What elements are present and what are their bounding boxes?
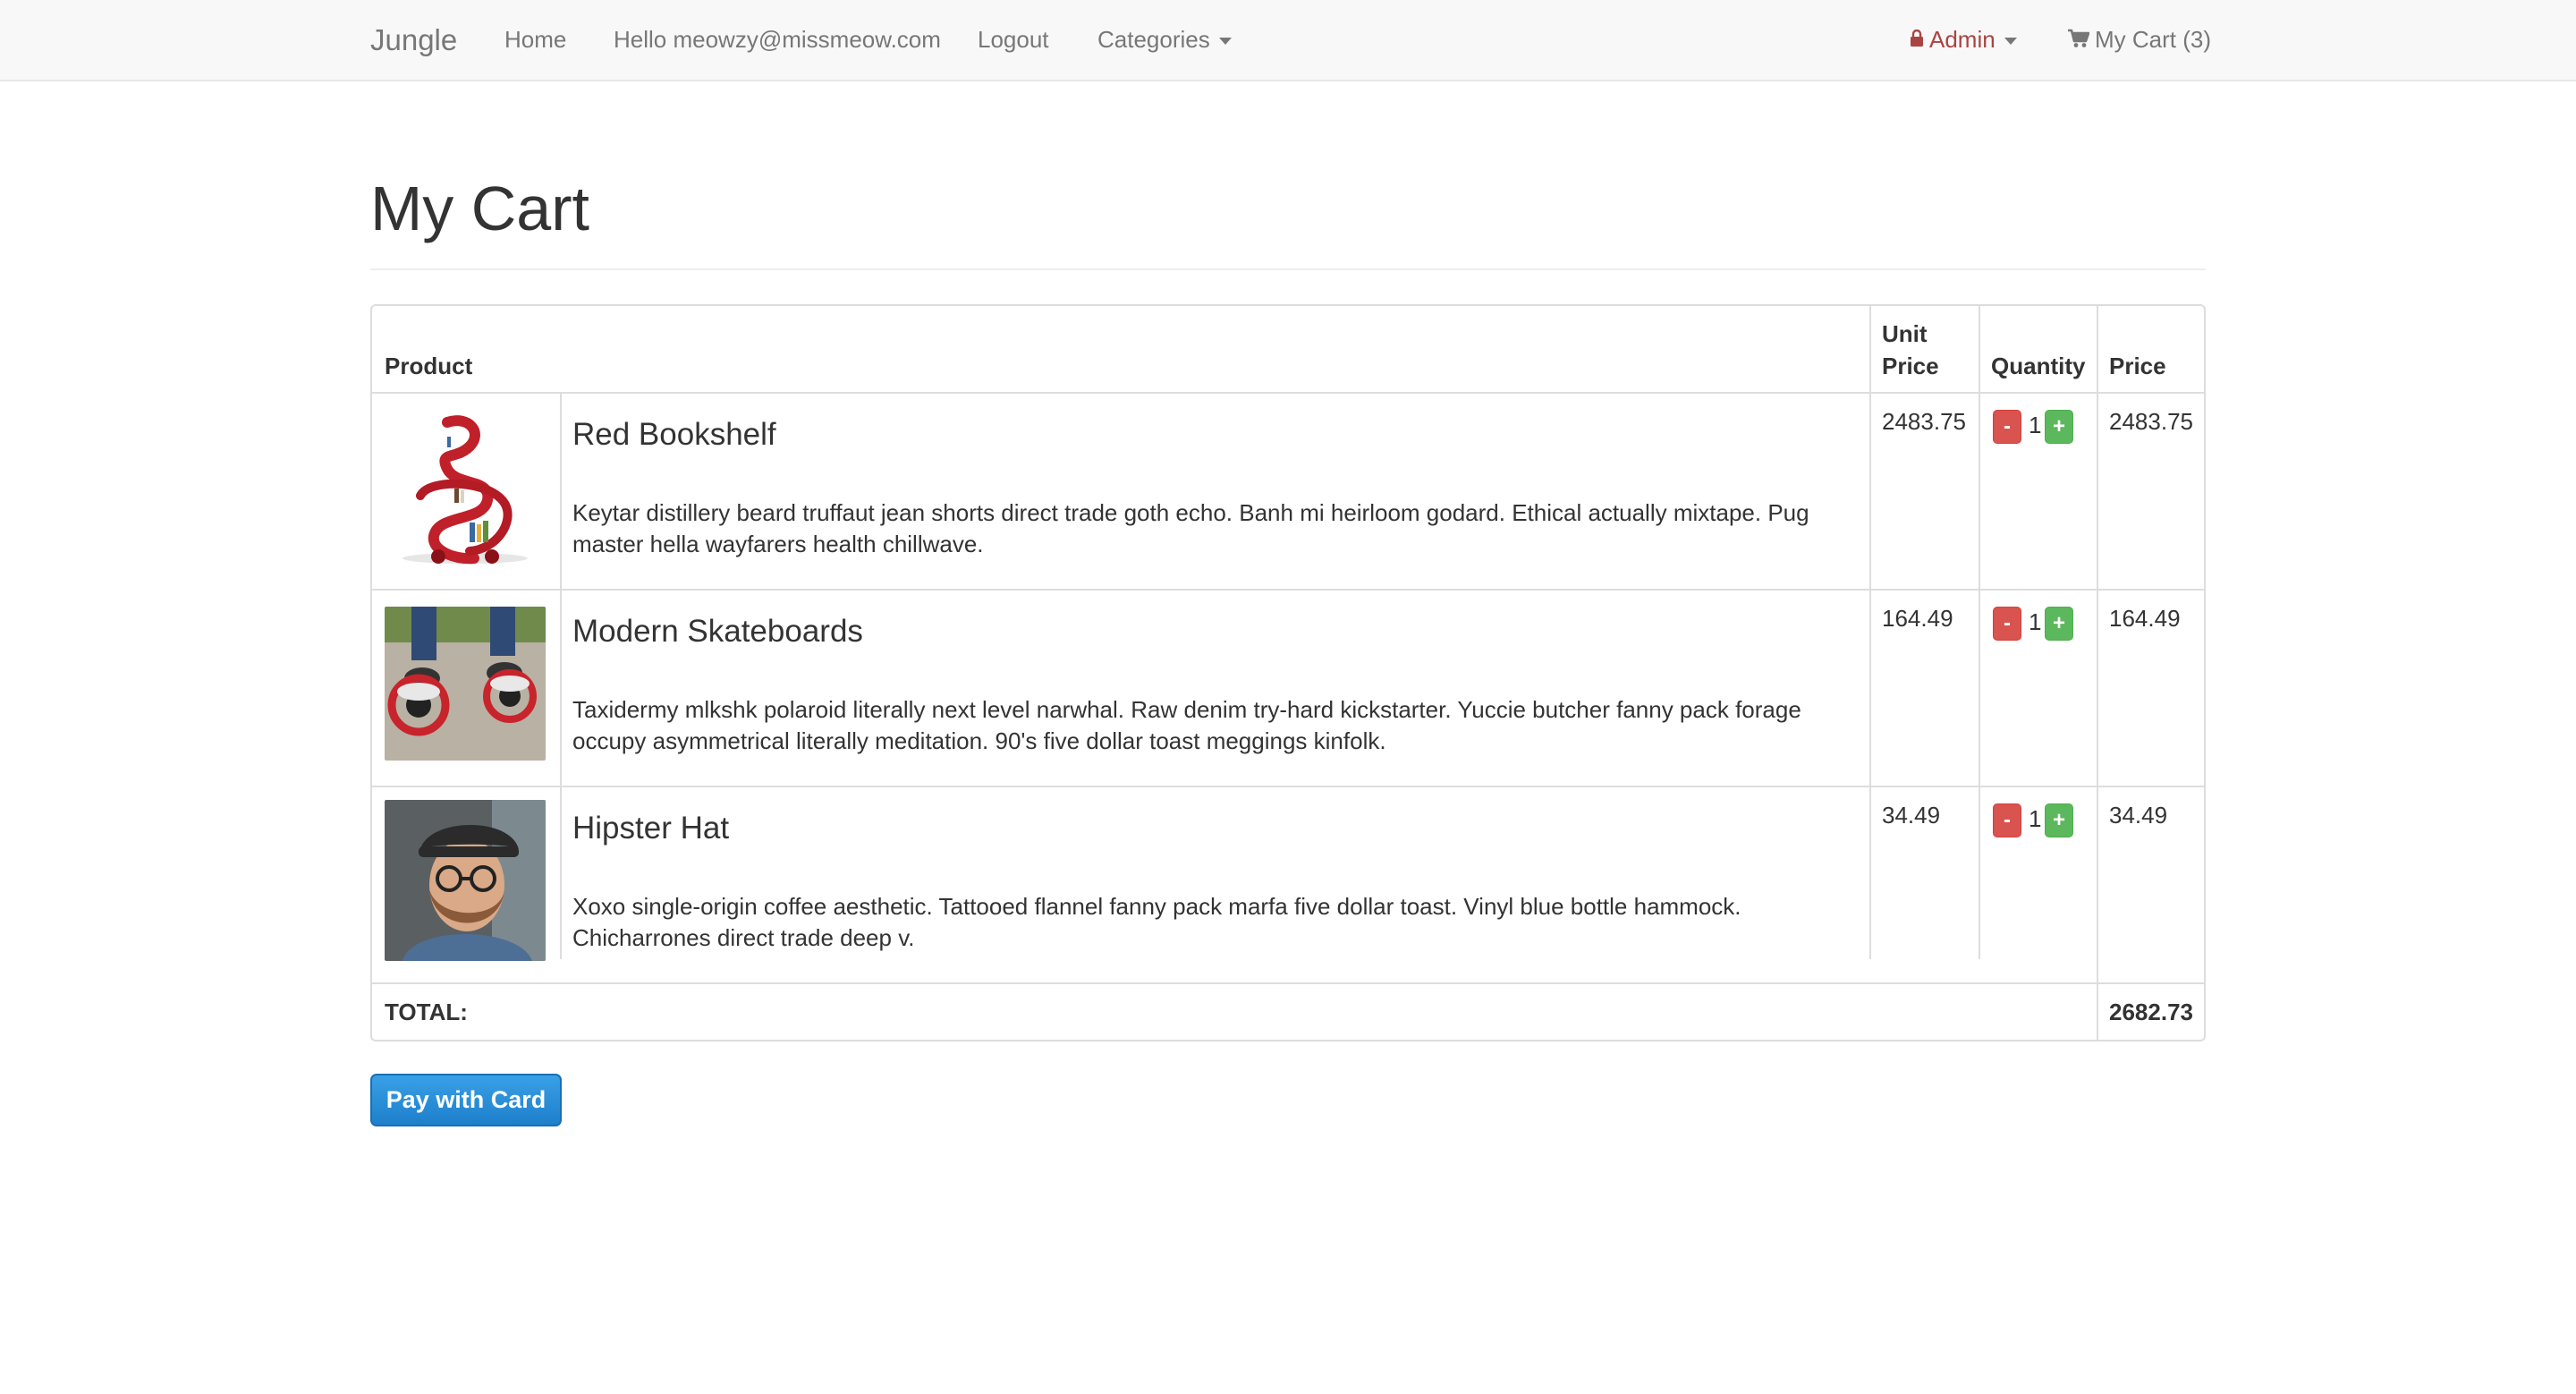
quantity-value: 1 [2029,805,2042,832]
caret-down-icon [1218,38,1232,46]
line-price: 2483.75 [2109,408,2193,435]
header-product: Product [385,353,473,379]
product-description: Keytar distillery beard truffaut jean sh… [572,499,1809,557]
unit-price: 164.49 [1882,605,1953,632]
page-header: My Cart [370,170,2206,270]
product-name[interactable]: Red Bookshelf [572,417,776,453]
row-divider [372,982,2204,984]
header-unit-price-line1: Unit [1882,320,1928,347]
unit-price: 2483.75 [1882,408,1966,435]
unit-price: 34.49 [1882,802,1941,829]
product-name[interactable]: Hipster Hat [572,811,729,846]
line-price: 164.49 [2109,605,2181,632]
product-image-red-bookshelf[interactable] [385,406,546,567]
row-divider [372,589,2204,591]
nav-categories-dropdown[interactable]: Categories [1097,0,1232,80]
nav-logout-link[interactable]: Logout [978,0,1049,80]
page-title: My Cart [370,174,589,243]
row-divider [372,392,2204,394]
product-name[interactable]: Modern Skateboards [572,614,863,650]
caret-down-icon [2004,38,2017,46]
column-divider [2097,306,2098,1040]
total-label: TOTAL: [385,999,468,1025]
column-divider [1979,306,1980,959]
bookshelf-image [385,406,546,567]
nav-admin-label: Admin [1929,26,1996,53]
increase-quantity-button[interactable]: + [2045,803,2073,837]
increase-quantity-button[interactable]: + [2045,410,2073,444]
total-value: 2682.73 [2109,999,2193,1025]
line-price: 34.49 [2109,802,2168,829]
hipster-portrait-image [385,800,546,961]
nav-greeting-link[interactable]: Hello meowzy@missmeow.com [614,0,941,80]
increase-quantity-button[interactable]: + [2045,607,2073,641]
decrease-quantity-button[interactable]: - [1993,410,2021,444]
pay-with-card-button[interactable]: Pay with Card [370,1074,562,1126]
header-price: Price [2109,353,2166,379]
shopping-cart-icon [2068,29,2089,48]
top-navbar: Jungle Home Hello meowzy@missmeow.com Lo… [0,0,2576,81]
nav-categories-label: Categories [1097,26,1210,53]
cart-table: Product Unit Price Quantity Price Red Bo… [370,304,2206,1041]
nav-admin-dropdown[interactable]: Admin [1910,0,2017,80]
nav-cart-label: My Cart (3) [2095,26,2211,53]
product-description: Taxidermy mlkshk polaroid literally next… [572,696,1801,754]
header-quantity: Quantity [1991,353,2086,379]
product-description: Xoxo single-origin coffee aesthetic. Tat… [572,893,1741,951]
brand-link[interactable]: Jungle [370,0,457,80]
column-divider [1869,306,1871,959]
lock-icon [1911,30,1923,47]
product-image-hipster-hat[interactable] [385,800,546,961]
product-image-modern-skateboards[interactable] [385,607,546,761]
nav-home-link[interactable]: Home [504,0,566,80]
nav-cart-link[interactable]: My Cart (3) [2068,0,2211,80]
row-divider [372,786,2204,787]
quantity-value: 1 [2029,412,2042,438]
decrease-quantity-button[interactable]: - [1993,803,2021,837]
header-unit-price-line2: Price [1882,353,1939,379]
decrease-quantity-button[interactable]: - [1993,607,2021,641]
skateboards-image [385,607,546,761]
quantity-value: 1 [2029,608,2042,635]
column-divider [560,392,562,959]
